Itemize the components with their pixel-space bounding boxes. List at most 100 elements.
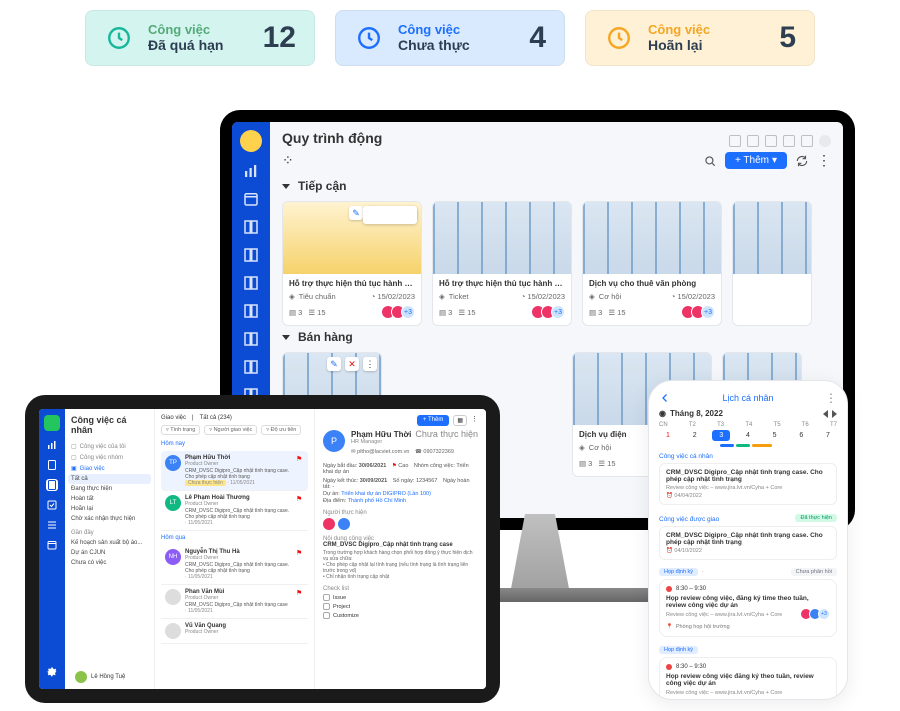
stat-label-bottom: Hoãn lại [648,37,710,54]
task-item[interactable]: TPPhạm Hữu ThờiProduct OwnerCRM_DVSC Dig… [161,451,308,491]
header-icon[interactable] [747,135,759,147]
process-card[interactable]: ✎⧉✕⋮ Hỗ trợ thực hiện thủ tục hành chính… [282,201,422,326]
nav-group[interactable]: ▢ Công việc nhóm [71,454,148,461]
nav-item[interactable]: Chưa có việc [71,558,148,568]
header-icon[interactable] [765,135,777,147]
header-icon[interactable] [729,135,741,147]
nav-group[interactable]: ▣ Giao việc [71,465,148,472]
tab[interactable]: Tất cả (234) [200,415,232,421]
process-card[interactable]: Hỗ trợ thực hiện thủ tục hành chính◈Tick… [432,201,572,326]
meeting-card[interactable]: 8:30 – 9:30 Họp review công việc, đăng k… [659,579,837,637]
calendar-icon[interactable] [242,190,260,208]
layout-icon[interactable]: ▦ [453,415,467,426]
clock-icon [104,23,134,53]
date[interactable]: 6 [792,430,810,441]
nav-item[interactable]: Hoãn lại [71,504,148,514]
calendar-icon[interactable] [46,539,58,551]
section-assigned: Công việc được giao [659,516,719,523]
toolbar: ⁘ + Thêm▾ ⋮ [282,152,831,169]
more-icon[interactable]: ⋮ [817,152,831,169]
date[interactable]: 4 [739,430,757,441]
task-icon[interactable] [46,479,58,491]
section-heading[interactable]: Tiếp cận [282,179,831,193]
chart-icon[interactable] [46,439,58,451]
close-icon[interactable]: ✕ [385,206,399,220]
close-icon[interactable]: ✕ [345,357,359,371]
add-button[interactable]: + Thêm▾ [725,152,787,169]
header-icon[interactable] [783,135,795,147]
checklist-item[interactable]: Issue [323,594,478,601]
nav-item[interactable]: Chờ xác nhận thực hiện [71,514,148,524]
date[interactable]: 1 [659,430,677,441]
edit-icon[interactable]: ✎ [327,357,341,371]
edit-icon[interactable]: ✎ [349,206,363,220]
date-selected[interactable]: 3 [712,430,730,441]
list-icon[interactable] [46,519,58,531]
flag-icon[interactable]: ⚑ [296,589,304,597]
task-detail: + Thêm▦⋮ Chưa thực hiện P Phạm Hữu Thời … [315,409,486,689]
checklist-item[interactable]: Customize [323,612,478,619]
avatar[interactable] [240,130,262,152]
filter-priority[interactable]: ▿ Độ ưu tiên [261,425,301,435]
book-icon[interactable] [242,330,260,348]
next-icon[interactable] [832,410,837,418]
book-icon[interactable] [242,218,260,236]
checklist-item[interactable]: Project [323,603,478,610]
avatar-icon[interactable] [819,135,831,147]
more-icon[interactable]: ⋮ [825,391,837,405]
task-item[interactable]: Phan Văn MùiProduct OwnerCRM_DVSC Digipr… [161,585,308,619]
nav-item[interactable]: Đang thực hiện [71,484,148,494]
process-card[interactable]: Dịch vụ cho thuê văn phòng◈Cơ hội◔15/02/… [582,201,722,326]
chart-icon[interactable] [242,162,260,180]
nav-item[interactable]: Tất cả [68,474,151,484]
book-icon[interactable] [242,274,260,292]
back-icon[interactable] [659,392,671,404]
stat-card-overdue[interactable]: Công việc Đã quá hạn 12 [85,10,315,66]
stat-card-postponed[interactable]: Công việc Hoãn lại 5 [585,10,815,66]
expand-icon[interactable]: ⁘ [282,152,294,169]
flag-icon[interactable]: ⚑ [296,455,304,463]
header-icon[interactable] [801,135,813,147]
phone-task[interactable]: CRM_DVSC Digipro_Cập nhật tình trạng cas… [659,526,837,560]
check-icon[interactable] [46,499,58,511]
more-icon[interactable]: ⋮ [363,357,377,371]
app-icon[interactable] [44,415,60,431]
filter-assignee[interactable]: ▿ Người giao việc [204,425,257,435]
refresh-icon[interactable] [795,154,809,168]
nav-group[interactable]: ▢ Công việc của tôi [71,443,148,450]
gear-icon[interactable] [45,665,59,679]
book-icon[interactable] [242,358,260,376]
nav-item[interactable]: Hoàn tất [71,494,148,504]
doc-icon[interactable] [46,459,58,471]
current-user[interactable]: Lê Hồng Tuệ [75,671,125,683]
stat-card-pending[interactable]: Công việc Chưa thực 4 [335,10,565,66]
phone-task[interactable]: CRM_DVSC Digipro_Cập nhật tình trạng cas… [659,463,837,505]
date[interactable]: 5 [766,430,784,441]
add-button[interactable]: + Thêm [417,415,449,426]
meeting-card[interactable]: 8:30 – 9:30 Họp review công việc đăng ký… [659,657,837,700]
nav-item[interactable]: Dự án CJUN [71,548,148,558]
book-icon[interactable] [242,302,260,320]
book-icon[interactable] [242,246,260,264]
search-icon[interactable] [703,154,717,168]
avatar: P [323,430,345,452]
filter-status[interactable]: ▿ Tình trạng [161,425,200,435]
section-heading[interactable]: Bán hàng [282,330,831,344]
more-icon[interactable]: ⋮ [403,206,417,220]
more-icon[interactable]: ⋮ [471,415,478,426]
tab[interactable]: Giao việc [161,415,186,421]
nav-title: Công việc cá nhân [71,415,148,435]
month-picker[interactable]: ◉Tháng 8, 2022 [659,409,837,418]
flag-icon[interactable]: ⚑ [296,549,304,557]
process-card[interactable] [732,201,812,326]
task-item[interactable]: Vũ Văn QuangProduct Owner [161,619,308,644]
copy-icon[interactable]: ⧉ [367,206,381,220]
task-item[interactable]: LTLê Phạm Hoài ThươngProduct OwnerCRM_DV… [161,491,308,531]
date[interactable]: 2 [686,430,704,441]
task-item[interactable]: NHNguyễn Thị Thu HàProduct OwnerCRM_DVSC… [161,545,308,585]
flag-icon[interactable]: ⚑ [296,495,304,503]
nav-group[interactable]: Gần đây [71,530,148,536]
date[interactable]: 7 [819,430,837,441]
prev-icon[interactable] [823,410,828,418]
nav-item[interactable]: Kế hoạch sản xuất bộ áo... [71,538,148,548]
